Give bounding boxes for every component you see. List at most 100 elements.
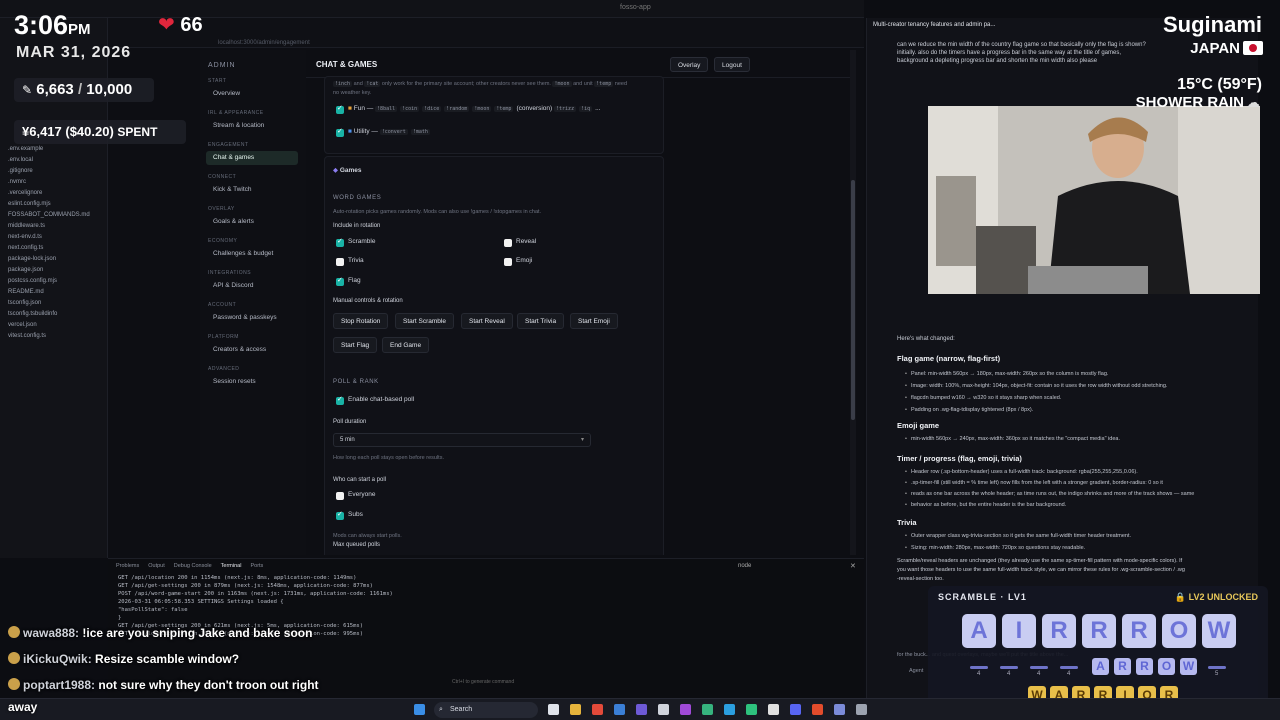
folder-icon[interactable] [570,704,581,715]
game-checkbox-trivia[interactable] [336,258,344,266]
taskview-icon[interactable] [548,704,559,715]
settings-icon[interactable] [834,704,845,715]
tail-2: you want those headers to use the same f… [897,567,1185,573]
command-code: !math [410,129,430,135]
fun-checkbox[interactable] [336,104,344,114]
chat-app-icon[interactable] [702,704,713,715]
assistant-tab-title[interactable]: Multi-creator tenancy features and admin… [873,22,995,28]
control-button[interactable]: End Game [382,337,430,353]
game-checkbox-flag[interactable] [336,276,344,286]
sidebar-item[interactable]: Overview [206,87,298,101]
poll-starter-checkbox[interactable] [336,492,344,500]
poll-duration-label: Poll duration [333,419,367,425]
file-item[interactable]: .env.example [8,146,43,152]
poll-duration-select[interactable]: 5 min ▾ [333,433,591,447]
file-item[interactable]: next.config.ts [8,245,43,251]
trivia-heading: Trivia [897,518,917,527]
game-checkbox-emoji[interactable] [504,258,512,266]
command-code: !convert [379,129,408,135]
file-item[interactable]: package.json [8,267,43,273]
file-item[interactable]: .nvmrc [8,179,26,185]
main-scrollbar[interactable] [850,50,856,555]
sidebar-item[interactable]: Session resets [206,375,298,389]
answer-tile: R [1114,658,1131,675]
sidebar-item[interactable]: Chat & games [206,151,298,165]
x-icon[interactable] [768,704,779,715]
file-item[interactable]: next-env.d.ts [8,234,42,240]
sidebar-item[interactable]: Creators & access [206,343,298,357]
terminal-tab[interactable]: Terminal [221,563,242,569]
terminal-icon[interactable] [658,704,669,715]
control-button[interactable]: Start Trivia [517,313,565,329]
file-item[interactable]: FOSSABOT_COMMANDS.md [8,212,90,218]
url-bar[interactable]: localhost:3000/admin/engagement [218,40,310,46]
webcam-feed [928,106,1260,294]
stream-clock: 3:06PM [14,10,91,40]
enable-poll-checkbox[interactable] [336,395,344,405]
control-button[interactable]: Stop Rotation [333,313,389,329]
file-item[interactable]: tsconfig.tsbuildinfo [8,311,57,317]
steam-icon[interactable] [724,704,735,715]
browser-toolbar: localhost:3000/admin/engagement [108,18,864,48]
file-item[interactable]: .vercelignore [8,190,42,196]
taskbar-search[interactable]: ⌕ Search [434,702,538,718]
sidebar-item[interactable]: Password & passkeys [206,311,298,325]
file-item[interactable]: middleware.ts [8,223,45,229]
assistant-bullet: Padding on .wg-flag-tdisplay tightened (… [905,407,1033,413]
control-button[interactable]: Start Scramble [395,313,454,329]
file-item[interactable]: vercel.json [8,322,37,328]
file-item[interactable]: vitest.config.ts [8,333,46,339]
agent-mode[interactable]: Agent [909,668,923,674]
xbox-icon[interactable] [746,704,757,715]
sidebar-item[interactable]: API & Discord [206,279,298,293]
overlay-button[interactable]: Overlay [670,57,709,72]
terminal-tab[interactable]: Problems [116,563,139,569]
nav-section-title: IRL & APPEARANCE [208,110,264,116]
game-checkbox-reveal[interactable] [504,239,512,247]
terminal-shell[interactable]: node [738,563,751,569]
terminal-tab[interactable]: Output [148,563,165,569]
file-item[interactable]: eslint.config.mjs [8,201,51,207]
file-item[interactable]: tsconfig.json [8,300,41,306]
sidebar-item[interactable]: Goals & alerts [206,215,298,229]
app-icon[interactable] [636,704,647,715]
heart-icon: ❤ [158,14,175,36]
chat-text: Resize scamble window? [95,652,240,666]
start-icon[interactable] [414,704,425,715]
sidebar-item[interactable]: Challenges & budget [206,247,298,261]
vscode-icon[interactable] [614,704,625,715]
taskbar: ⌕ Search [0,698,1280,720]
file-item[interactable]: .env.local [8,157,33,163]
sidebar-item[interactable]: Kick & Twitch [206,183,298,197]
answer-slot [1060,666,1078,669]
control-button[interactable]: Start Flag [333,337,378,353]
file-item[interactable]: .gitignore [8,168,33,174]
poll-starter-checkbox[interactable] [336,510,344,520]
close-icon[interactable]: ✕ [850,562,856,570]
answer-slot [1000,666,1018,669]
media-icon[interactable] [812,704,823,715]
gear-icon[interactable] [856,704,867,715]
scramble-tile: R [1082,614,1116,648]
terminal-tab[interactable]: Ports [250,563,263,569]
sidebar-item[interactable]: Stream & location [206,119,298,133]
logout-button[interactable]: Logout [714,57,750,72]
file-item[interactable]: postcss.config.mjs [8,278,57,284]
chat-text: !ice are you sniping Jake and bake soon [82,626,313,640]
command-code: !coin [400,106,420,112]
utility-checkbox[interactable] [336,127,344,137]
file-item[interactable]: README.md [8,289,44,295]
discord-icon[interactable] [790,704,801,715]
control-button[interactable]: Start Emoji [570,313,618,329]
page-title: CHAT & GAMES [316,60,378,69]
terminal-tab[interactable]: Debug Console [174,563,212,569]
game-label: Scramble [348,238,376,245]
browser-icon[interactable] [592,704,603,715]
obs-icon[interactable] [680,704,691,715]
control-button[interactable]: Start Reveal [461,313,513,329]
scramble-tile: R [1122,614,1156,648]
game-checkbox-scramble[interactable] [336,237,344,247]
answer-tile: A [1092,658,1109,675]
nav-section-title: ACCOUNT [208,302,237,308]
file-item[interactable]: package-lock.json [8,256,56,262]
